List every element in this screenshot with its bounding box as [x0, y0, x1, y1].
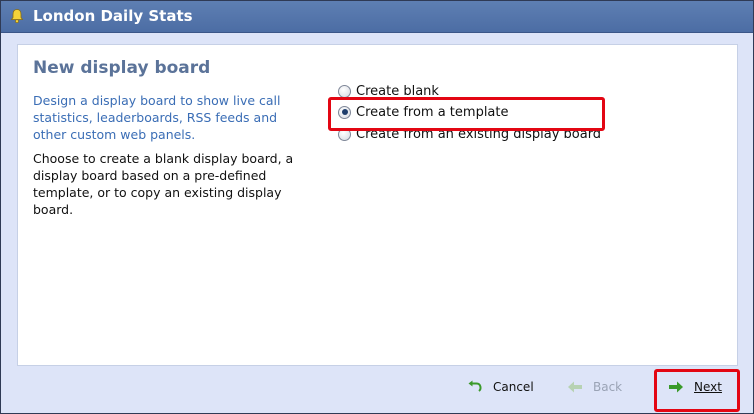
back-arrow-icon: [568, 381, 582, 393]
option-create-from-template-label: Create from a template: [356, 104, 509, 120]
description-text: Design a display board to show live call…: [33, 93, 281, 142]
cancel-button-label: Cancel: [493, 380, 534, 394]
new-display-board-dialog: London Daily Stats New display board Des…: [0, 0, 754, 414]
radio-create-from-template[interactable]: [338, 105, 351, 119]
forward-arrow-icon: [669, 381, 683, 393]
page-heading: New display board: [33, 58, 211, 78]
undo-arrow-icon: [468, 380, 482, 392]
instructions-text: Choose to create a blank display board, …: [33, 151, 294, 217]
back-button-label: Back: [593, 380, 623, 394]
cancel-button[interactable]: Cancel: [467, 377, 534, 397]
option-create-blank[interactable]: Create blank: [338, 82, 439, 100]
title-bar: London Daily Stats: [1, 1, 753, 33]
option-create-from-template[interactable]: Create from a template: [338, 103, 509, 121]
next-button[interactable]: Next: [668, 377, 722, 397]
next-button-label: Next: [694, 380, 722, 394]
window-title: London Daily Stats: [33, 7, 193, 25]
radio-create-from-existing[interactable]: [338, 127, 351, 141]
content-panel: New display board Design a display board…: [17, 44, 738, 366]
option-create-from-existing-label: Create from an existing display board: [356, 126, 602, 142]
bell-icon: [10, 9, 24, 23]
option-create-blank-label: Create blank: [356, 83, 439, 99]
back-button[interactable]: Back: [567, 377, 622, 397]
radio-create-blank[interactable]: [338, 84, 351, 98]
option-create-from-existing[interactable]: Create from an existing display board: [338, 125, 601, 143]
